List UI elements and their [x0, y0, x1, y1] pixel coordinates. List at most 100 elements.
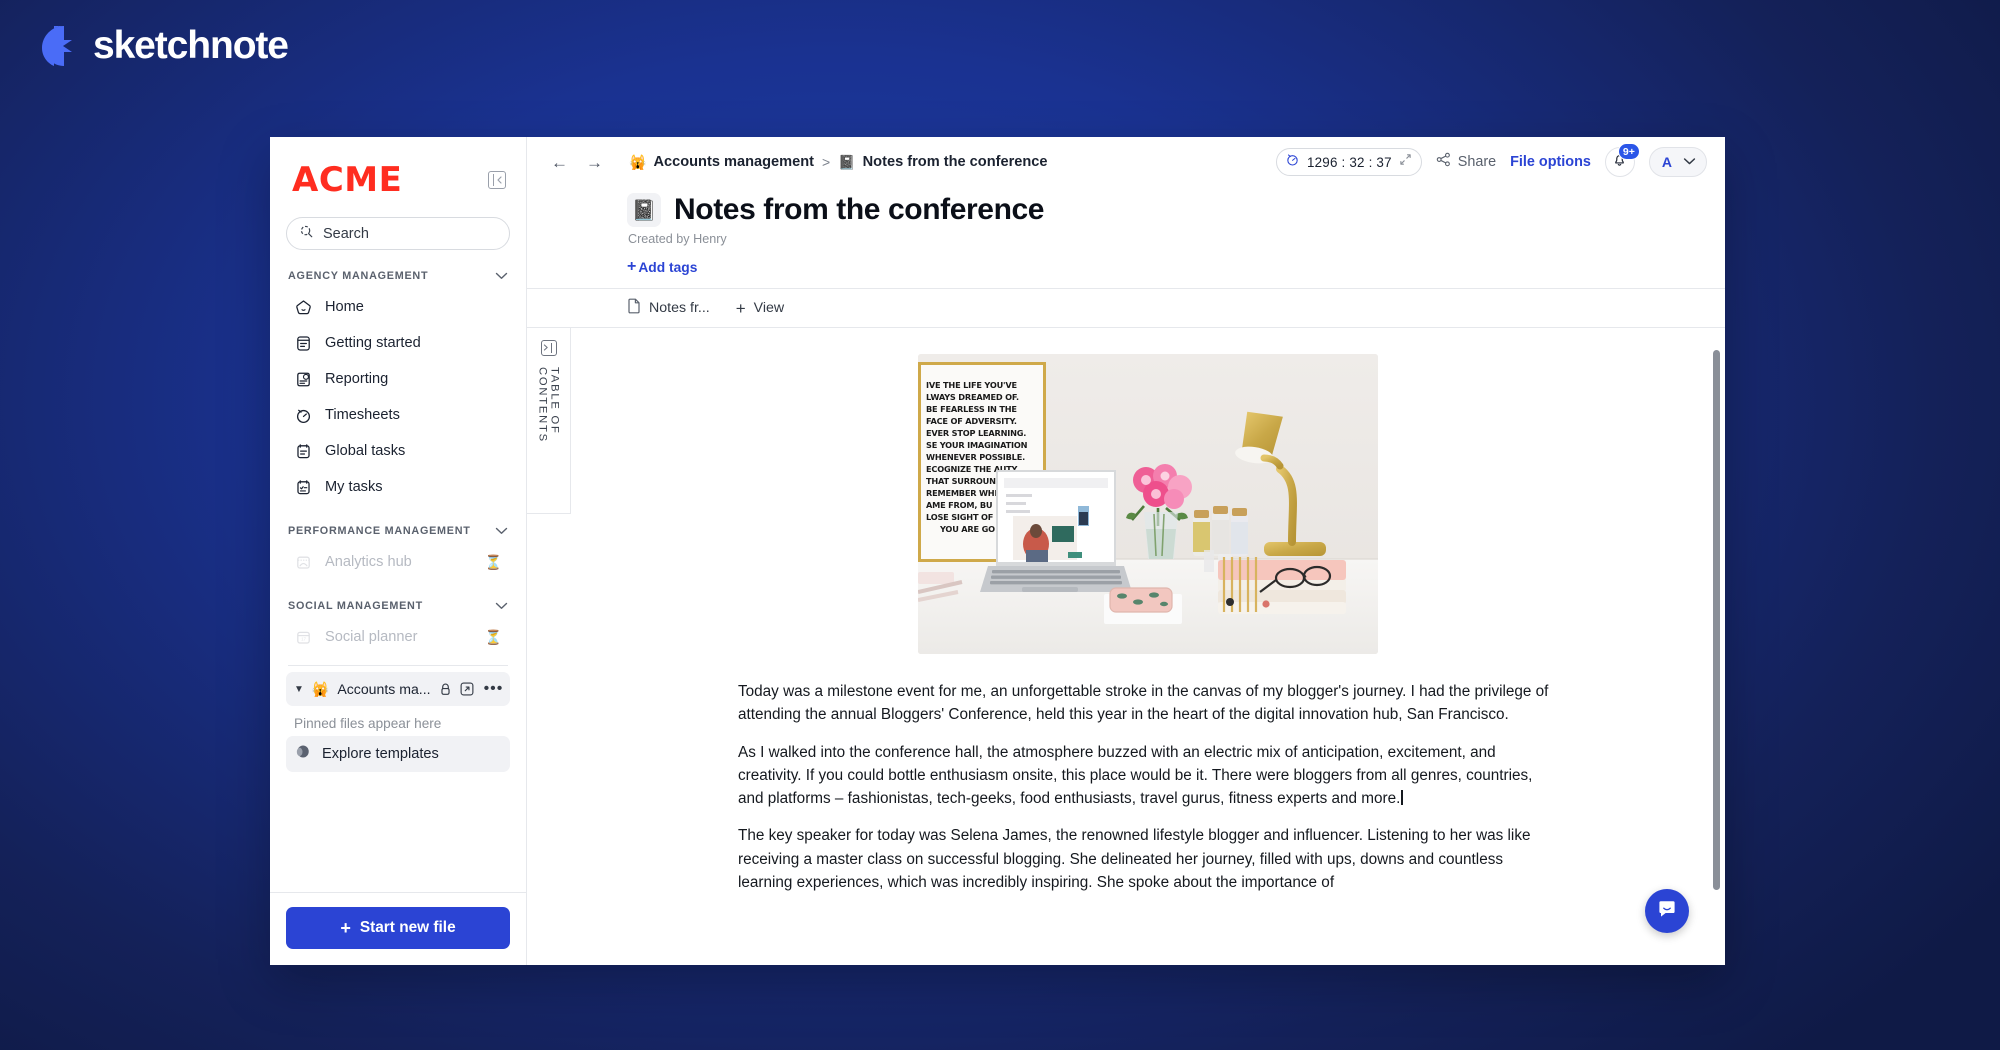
avatar-initial: A — [1661, 154, 1672, 170]
topbar-actions: 1296 : 32 : 37 Share File options 9+ A — [1276, 143, 1707, 177]
breadcrumb-separator: > — [822, 154, 831, 170]
more-dots-icon[interactable]: ••• — [484, 681, 504, 696]
workspace-row-accounts-management[interactable]: ▼ 🙀 Accounts ma... ••• — [286, 672, 510, 706]
sidebar-divider — [288, 665, 508, 666]
hourglass-icon: ⏳ — [484, 628, 502, 645]
document-body: IVE THE LIFE YOU'VE LWAYS DREAMED OF. BE… — [571, 328, 1725, 965]
document-header: 📓 Notes from the conference Created by H… — [527, 187, 1725, 276]
workspace-emoji: 🙀 — [311, 680, 330, 697]
svg-text:FACE OF ADVERSITY.: FACE OF ADVERSITY. — [926, 416, 1017, 426]
explore-templates-label: Explore templates — [322, 746, 439, 762]
table-of-contents-rail[interactable]: TABLE OF CONTENTS — [527, 328, 571, 514]
paragraph[interactable]: Today was a milestone event for me, an u… — [738, 654, 1558, 727]
svg-text:IVE THE LIFE YOU'VE: IVE THE LIFE YOU'VE — [926, 380, 1017, 390]
search-input[interactable]: Search — [286, 217, 510, 250]
time-tracker-pill[interactable]: 1296 : 32 : 37 — [1276, 148, 1422, 176]
stopwatch-icon — [294, 406, 313, 425]
file-options-button[interactable]: File options — [1510, 154, 1591, 170]
add-tags-button[interactable]: + Add tags — [627, 259, 697, 275]
history-nav: ← → — [551, 154, 603, 171]
created-by-label: Created by Henry — [628, 232, 727, 246]
svg-text:THAT SURROUND: THAT SURROUND — [926, 476, 1003, 486]
svg-text:LWAYS DREAMED OF.: LWAYS DREAMED OF. — [926, 392, 1019, 402]
vertical-scrollbar[interactable] — [1713, 350, 1720, 890]
clipboard-icon — [294, 442, 313, 461]
lightning-bolt-icon — [42, 26, 76, 66]
svg-text:LOSE SIGHT OF: LOSE SIGHT OF — [926, 512, 993, 522]
notifications-button[interactable]: 9+ — [1604, 143, 1640, 177]
sidebar-item-my-tasks[interactable]: My tasks — [286, 469, 510, 505]
svg-text:SE YOUR IMAGINATION: SE YOUR IMAGINATION — [926, 440, 1028, 450]
paragraph[interactable]: As I walked into the conference hall, th… — [738, 727, 1558, 811]
breadcrumb-label: Accounts management — [653, 154, 815, 170]
svg-text:WHENEVER POSSIBLE.: WHENEVER POSSIBLE. — [926, 452, 1025, 462]
workspace-logo-row: ACME — [286, 155, 510, 201]
support-chat-button[interactable] — [1645, 889, 1689, 933]
content-area: TABLE OF CONTENTS IVE THE LIFE YOU'VE LW… — [527, 328, 1725, 965]
sidebar-section-agency-management[interactable]: AGENCY MANAGEMENT — [288, 267, 508, 285]
workspace-emoji: 🙀 — [629, 153, 647, 170]
workspace-name: Accounts ma... — [337, 681, 431, 697]
forward-arrow-button[interactable]: → — [586, 154, 603, 171]
sidebar-item-label: Getting started — [325, 335, 421, 351]
sidebar-item-timesheets[interactable]: Timesheets — [286, 397, 510, 433]
chevron-down-icon[interactable] — [1683, 153, 1696, 171]
chat-bubble-icon — [1656, 898, 1678, 925]
add-tags-label: Add tags — [638, 259, 698, 275]
breadcrumb-item-document[interactable]: 📓 Notes from the conference — [838, 154, 1047, 171]
back-arrow-button[interactable]: ← — [551, 154, 568, 171]
expand-icon[interactable] — [1399, 153, 1412, 171]
brand-logo: sketchnote — [42, 24, 289, 68]
chevron-down-icon[interactable] — [495, 522, 508, 540]
sidebar-item-reporting[interactable]: Reporting — [286, 361, 510, 397]
pinned-files-hint: Pinned files appear here — [294, 716, 442, 731]
title-row: 📓 Notes from the conference — [627, 193, 1725, 227]
stopwatch-icon — [1285, 152, 1300, 172]
external-link-icon[interactable] — [460, 682, 474, 696]
sidebar-item-analytics-hub[interactable]: Analytics hub ⏳ — [286, 544, 510, 580]
explore-templates-button[interactable]: Explore templates — [286, 736, 510, 772]
breadcrumb-item-workspace[interactable]: 🙀 Accounts management — [629, 154, 814, 171]
section-label: SOCIAL MANAGEMENT — [288, 600, 423, 612]
notification-badge: 9+ — [1617, 143, 1640, 160]
sidebar-item-global-tasks[interactable]: Global tasks — [286, 433, 510, 469]
svg-text:AME FROM, BU: AME FROM, BU — [926, 500, 992, 510]
breadcrumb-label: Notes from the conference — [862, 154, 1048, 170]
checklist-icon — [294, 478, 313, 497]
panel-expand-icon[interactable] — [540, 340, 557, 356]
sidebar-item-label: My tasks — [325, 479, 383, 495]
sidebar-item-getting-started[interactable]: Getting started — [286, 325, 510, 361]
sidebar-section-performance-management[interactable]: PERFORMANCE MANAGEMENT — [288, 522, 508, 540]
sidebar-item-label: Global tasks — [325, 443, 406, 459]
sidebar-item-label: Home — [325, 299, 364, 315]
workspace-logo: ACME — [292, 160, 403, 200]
hero-image: IVE THE LIFE YOU'VE LWAYS DREAMED OF. BE… — [918, 354, 1378, 654]
panel-collapse-icon[interactable] — [488, 171, 506, 189]
brand-name: sketchnote — [93, 24, 289, 67]
chevron-down-icon[interactable] — [495, 597, 508, 615]
breadcrumb: 🙀 Accounts management > 📓 Notes from the… — [629, 154, 1048, 171]
svg-text:EVER STOP LEARNING.: EVER STOP LEARNING. — [926, 428, 1026, 438]
plus-icon: + — [735, 298, 746, 318]
sidebar-item-label: Social planner — [325, 629, 418, 645]
page-title[interactable]: Notes from the conference — [674, 193, 1044, 227]
table-of-contents-label: TABLE OF CONTENTS — [536, 366, 561, 443]
avatar[interactable]: A — [1648, 147, 1707, 177]
lock-icon[interactable] — [439, 682, 452, 696]
paragraph[interactable]: The key speaker for today was Selena Jam… — [738, 810, 1558, 894]
tab-notes-from-the-conference[interactable]: Notes fr... — [627, 298, 710, 319]
chevron-down-icon[interactable] — [495, 267, 508, 285]
sidebar-nav: AGENCY MANAGEMENT Home Getting started R… — [270, 250, 526, 892]
caret-down-icon[interactable]: ▼ — [294, 684, 304, 695]
section-label: PERFORMANCE MANAGEMENT — [288, 525, 471, 537]
add-view-button[interactable]: + View — [736, 300, 784, 317]
paragraph-text: As I walked into the conference hall, th… — [738, 743, 1533, 808]
search-icon — [299, 224, 314, 244]
sidebar-item-social-planner[interactable]: 17 Social planner ⏳ — [286, 619, 510, 655]
notebook-icon[interactable]: 📓 — [627, 193, 661, 227]
start-new-file-button[interactable]: + Start new file — [286, 907, 510, 949]
sidebar-section-social-management[interactable]: SOCIAL MANAGEMENT — [288, 597, 508, 615]
text-cursor — [1401, 790, 1403, 805]
share-button[interactable]: Share — [1436, 152, 1496, 172]
sidebar-item-home[interactable]: Home — [286, 289, 510, 325]
